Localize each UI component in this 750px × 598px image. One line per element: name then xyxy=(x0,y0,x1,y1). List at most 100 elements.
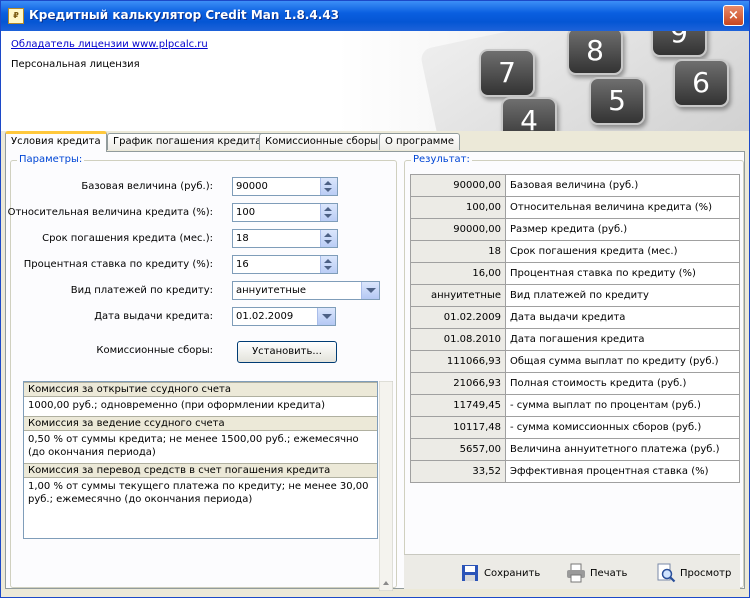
result-value: 90000,00 xyxy=(410,218,506,241)
result-label: Вид платежей по кредиту xyxy=(505,284,740,307)
table-row: 111066,93 Общая сумма выплат по кредиту (… xyxy=(410,350,740,373)
table-row: 33,52 Эффективная процентная ставка (%) xyxy=(410,460,740,483)
base-amount-spinner[interactable]: 90000 xyxy=(232,177,338,196)
set-commissions-button[interactable]: Установить... xyxy=(237,341,337,363)
calculator-key: 7 xyxy=(479,49,535,97)
payment-type-select[interactable]: аннуитетные xyxy=(232,281,380,300)
tab-repayment-schedule[interactable]: График погашения кредита xyxy=(107,133,268,150)
rate-value: 16 xyxy=(236,259,249,270)
tab-page-credit-terms: Параметры: Базовая величина (руб.): 9000… xyxy=(5,151,745,591)
result-value: 10117,48 xyxy=(410,416,506,439)
title-bar[interactable]: ₽ Кредитный калькулятор Credit Man 1.8.4… xyxy=(1,1,749,31)
result-label: Общая сумма выплат по кредиту (руб.) xyxy=(505,350,740,373)
spin-down-icon[interactable] xyxy=(324,240,332,244)
result-value: 11749,45 xyxy=(410,394,506,417)
results-table: 90000,00 Базовая величина (руб.) 100,00 От… xyxy=(410,174,740,483)
table-row: 18 Срок погашения кредита (мес.) xyxy=(410,240,740,263)
app-icon: ₽ xyxy=(8,8,24,24)
issue-date-value: 01.02.2009 xyxy=(236,311,294,322)
spin-up-icon[interactable] xyxy=(324,207,332,211)
app-window: ₽ Кредитный калькулятор Credit Man 1.8.4… xyxy=(0,0,750,598)
table-row: 100,00 Относительная величина кредита (%) xyxy=(410,196,740,219)
spin-up-icon[interactable] xyxy=(324,181,332,185)
result-value: 33,52 xyxy=(410,460,506,483)
result-label: Дата выдачи кредита xyxy=(505,306,740,329)
result-label: Размер кредита (руб.) xyxy=(505,218,740,241)
result-label: - сумма выплат по процентам (руб.) xyxy=(505,394,740,417)
tab-strip: Условия кредита График погашения кредита… xyxy=(1,131,749,152)
issue-date-label: Дата выдачи кредита: xyxy=(94,311,213,322)
result-value: 01.08.2010 xyxy=(410,328,506,351)
result-value: 16,00 xyxy=(410,262,506,285)
spin-down-icon[interactable] xyxy=(324,266,332,270)
spinner-buttons[interactable] xyxy=(320,230,337,247)
scrollbar[interactable] xyxy=(379,381,393,591)
rate-spinner[interactable]: 16 xyxy=(232,255,338,274)
result-value: 21066,93 xyxy=(410,372,506,395)
table-row: 10117,48- сумма комиссионных сборов (руб… xyxy=(410,416,740,439)
relative-amount-spinner[interactable]: 100 xyxy=(232,203,338,222)
calculator-key: 4 xyxy=(501,97,557,131)
tab-about[interactable]: О программе xyxy=(379,133,461,150)
results-toolbar: Сохранить Печать Просмотр xyxy=(404,554,740,589)
spinner-buttons[interactable] xyxy=(320,178,337,195)
issue-date-picker[interactable]: 01.02.2009 xyxy=(232,307,336,326)
result-value: 5657,00 xyxy=(410,438,506,461)
commission-text: 1000,00 руб.; одновременно (при оформлен… xyxy=(28,400,326,411)
result-value: 100,00 xyxy=(410,196,506,219)
magnifier-icon xyxy=(657,563,676,583)
save-button[interactable]: Сохранить xyxy=(460,563,540,583)
tab-commissions[interactable]: Комиссионные сборы xyxy=(259,133,385,150)
spinner-buttons[interactable] xyxy=(320,204,337,221)
table-row: 16,00 Процентная ставка по кредиту (%) xyxy=(410,262,740,285)
term-label: Срок погашения кредита (мес.): xyxy=(42,233,213,244)
result-label: - сумма комиссионных сборов (руб.) xyxy=(505,416,740,439)
table-row: аннуитетные Вид платежей по кредиту xyxy=(410,284,740,307)
spin-down-icon[interactable] xyxy=(324,188,332,192)
result-value: 111066,93 xyxy=(410,350,506,373)
term-value: 18 xyxy=(236,233,249,244)
result-label: Дата погашения кредита xyxy=(505,328,740,351)
base-amount-label: Базовая величина (руб.): xyxy=(81,181,213,192)
window-title: Кредитный калькулятор Credit Man 1.8.4.4… xyxy=(29,8,340,22)
relative-amount-label: Относительная величина кредита (%): xyxy=(7,207,213,218)
table-row: 90000,00 Базовая величина (руб.) xyxy=(410,174,740,197)
commission-title: Комиссия за перевод средств в счет погаш… xyxy=(24,463,377,478)
result-value: 90000,00 xyxy=(410,174,506,197)
chevron-down-icon[interactable] xyxy=(317,308,335,325)
printer-icon xyxy=(567,563,585,583)
payment-type-label: Вид платежей по кредиту: xyxy=(70,285,213,296)
close-button[interactable]: × xyxy=(723,5,744,26)
floppy-disk-icon xyxy=(462,565,478,581)
preview-button[interactable]: Просмотр xyxy=(656,563,731,583)
relative-amount-value: 100 xyxy=(236,207,256,218)
header-banner: 7 8 9 4 5 6 Обладатель лицензии www.plpc… xyxy=(1,31,749,131)
result-label: Полная стоимость кредита (руб.) xyxy=(505,372,740,395)
result-value: аннуитетные xyxy=(410,284,506,307)
table-row: 01.02.2009 Дата выдачи кредита xyxy=(410,306,740,329)
calculator-key: 6 xyxy=(673,59,729,107)
term-spinner[interactable]: 18 xyxy=(232,229,338,248)
table-row: 21066,93 Полная стоимость кредита (руб.) xyxy=(410,372,740,395)
spin-down-icon[interactable] xyxy=(324,214,332,218)
commission-text: 0,50 % от суммы кредита; не менее 1500,0… xyxy=(28,434,359,458)
chevron-down-icon[interactable] xyxy=(361,282,379,299)
table-row: 01.08.2010 Дата погашения кредита xyxy=(410,328,740,351)
spin-up-icon[interactable] xyxy=(324,259,332,263)
print-button[interactable]: Печать xyxy=(566,563,627,583)
spin-up-icon[interactable] xyxy=(324,233,332,237)
owner-link[interactable]: Обладатель лицензии www.plpcalc.ru xyxy=(11,39,208,50)
save-label: Сохранить xyxy=(484,568,541,579)
calculator-key: 9 xyxy=(651,31,707,57)
print-label: Печать xyxy=(590,568,628,579)
tab-credit-terms[interactable]: Условия кредита xyxy=(5,131,107,152)
license-type: Персональная лицензия xyxy=(11,59,140,70)
commission-title: Комиссия за открытие ссудного счета xyxy=(24,382,377,397)
spinner-buttons[interactable] xyxy=(320,256,337,273)
commissions-label: Комиссионные сборы: xyxy=(96,345,213,356)
calculator-key: 5 xyxy=(589,77,645,125)
preview-label: Просмотр xyxy=(680,568,732,579)
result-label: Базовая величина (руб.) xyxy=(505,174,740,197)
table-row: 5657,00 Величина аннуитетного платежа (ру… xyxy=(410,438,740,461)
rate-label: Процентная ставка по кредиту (%): xyxy=(23,259,213,270)
